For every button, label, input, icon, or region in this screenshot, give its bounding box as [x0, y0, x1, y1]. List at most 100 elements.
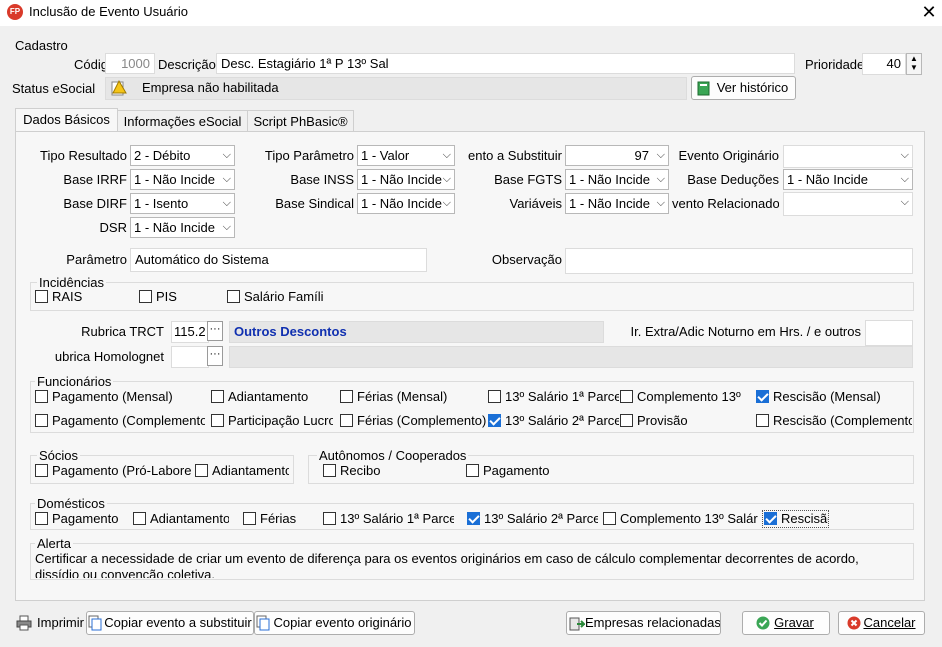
- checkbox[interactable]: [35, 390, 48, 403]
- close-icon[interactable]: ✕: [917, 1, 941, 23]
- parametro-field[interactable]: Automático do Sistema: [130, 248, 427, 272]
- checkbox[interactable]: [603, 512, 616, 525]
- checkbox[interactable]: [227, 290, 240, 303]
- func-pagamento-mensal[interactable]: Pagamento (Mensal): [35, 389, 205, 405]
- func-pagamento-complemento[interactable]: Pagamento (Complemento): [35, 413, 205, 429]
- variaveis-select[interactable]: 1 - Não Incide ⌵: [565, 193, 669, 214]
- checkbox[interactable]: [488, 390, 501, 403]
- func-ferias-mensal[interactable]: Férias (Mensal): [340, 389, 480, 405]
- checkbox-label: Pagamento (Complemento): [52, 413, 205, 428]
- checkbox[interactable]: [340, 390, 353, 403]
- prioridade-spinner[interactable]: ▲ ▼: [906, 53, 922, 75]
- dom-13-salario-2-parcela[interactable]: 13º Salário 2ª Parcela: [467, 511, 598, 527]
- checkbox-label: Adiantamento: [228, 389, 309, 404]
- func-13-salario-1-parcela[interactable]: 13º Salário 1ª Parcela: [488, 389, 619, 405]
- func-rescisao-mensal[interactable]: Rescisão (Mensal): [756, 389, 912, 405]
- observacao-field[interactable]: [565, 248, 913, 274]
- rubrica-homolognet-code[interactable]: [171, 346, 209, 368]
- chevron-down-icon: ⌵: [442, 173, 451, 185]
- evento-relacionado-select[interactable]: ⌵: [783, 192, 913, 216]
- dom-adiantamento[interactable]: Adiantamento: [133, 511, 229, 527]
- tab-informacoes-esocial[interactable]: Informações eSocial: [117, 110, 248, 132]
- evento-substituir-select[interactable]: 97 ⌵: [565, 145, 669, 166]
- func-participacao-lucros[interactable]: Participação Lucros: [211, 413, 333, 429]
- checkbox[interactable]: [323, 464, 336, 477]
- incidencia-pis[interactable]: PIS: [139, 289, 219, 305]
- chevron-down-icon: ⌵: [656, 197, 665, 209]
- extra-noturno-field[interactable]: [865, 320, 913, 346]
- func-adiantamento[interactable]: Adiantamento: [211, 389, 331, 405]
- checkbox-label: Complemento 13º Salário: [620, 511, 758, 526]
- checkbox-label: 13º Salário 1ª Parcela: [505, 389, 619, 404]
- dom-pagamento[interactable]: Pagamento: [35, 511, 121, 527]
- copy-icon: [256, 615, 270, 631]
- empresas-relacionadas-button[interactable]: Empresas relacionadas: [566, 611, 721, 635]
- base-inss-label: Base INSS: [290, 172, 354, 187]
- chevron-down-icon: ⌵: [656, 149, 665, 161]
- func-rescisao-complemento[interactable]: Rescisão (Complemento): [756, 413, 912, 429]
- func-ferias-complemento[interactable]: Férias (Complemento): [340, 413, 486, 429]
- checkbox[interactable]: [195, 464, 208, 477]
- tipo-resultado-select[interactable]: 2 - Débito ⌵: [130, 145, 235, 166]
- checkbox[interactable]: [35, 464, 48, 477]
- func-provisao[interactable]: Provisão: [620, 413, 754, 429]
- base-dirf-select[interactable]: 1 - Isento ⌵: [130, 193, 235, 214]
- copiar-evento-substituir-button[interactable]: Copiar evento a substituir: [86, 611, 254, 635]
- checkbox[interactable]: [620, 414, 633, 427]
- checkbox[interactable]: [488, 414, 501, 427]
- func-complemento-13[interactable]: Complemento 13º: [620, 389, 754, 405]
- base-sindical-select[interactable]: 1 - Não Incide ⌵: [357, 193, 455, 214]
- prioridade-field[interactable]: 40: [862, 53, 906, 75]
- incidencia-rais[interactable]: RAIS: [35, 289, 135, 305]
- checkbox[interactable]: [35, 414, 48, 427]
- checkbox[interactable]: [35, 512, 48, 525]
- rubrica-trct-lookup-button[interactable]: ···: [207, 321, 223, 341]
- base-deducoes-select[interactable]: 1 - Não Incide ⌵: [783, 169, 913, 190]
- base-irrf-select[interactable]: 1 - Não Incide ⌵: [130, 169, 235, 190]
- checkbox[interactable]: [139, 290, 152, 303]
- socios-pagamento-pro-labore[interactable]: Pagamento (Pró-Labore): [35, 463, 191, 479]
- checkbox[interactable]: [323, 512, 336, 525]
- checkbox-label: Salário Família: [244, 289, 324, 304]
- checkbox[interactable]: [340, 414, 353, 427]
- checkbox[interactable]: [620, 390, 633, 403]
- func-13-salario-2-parcela[interactable]: 13º Salário 2ª Parcela: [488, 413, 619, 429]
- incidencia-salario-familia[interactable]: Salário Família: [227, 289, 324, 305]
- rubrica-homolognet-desc: [229, 346, 913, 368]
- checkbox[interactable]: [467, 512, 480, 525]
- checkbox[interactable]: [243, 512, 256, 525]
- rubrica-homolognet-lookup-button[interactable]: ···: [207, 346, 223, 366]
- rubrica-trct-code[interactable]: 115.2: [171, 321, 209, 343]
- copiar-evento-originario-button[interactable]: Copiar evento originário: [254, 611, 415, 635]
- dom-complemento-13-salario[interactable]: Complemento 13º Salário: [603, 511, 758, 527]
- tab-script-phbasic[interactable]: Script PhBasic®: [247, 110, 354, 132]
- checkbox[interactable]: [211, 390, 224, 403]
- socios-adiantamento[interactable]: Adiantamento: [195, 463, 289, 479]
- checkbox-label: Adiantamento: [150, 511, 229, 526]
- checkbox[interactable]: [466, 464, 479, 477]
- dom-rescisao[interactable]: Rescisão: [762, 510, 829, 528]
- checkbox-label: 13º Salário 1ª Parcela: [340, 511, 454, 526]
- tipo-parametro-select[interactable]: 1 - Valor ⌵: [357, 145, 455, 166]
- checkbox-label: Rescisão (Complemento): [773, 413, 912, 428]
- dom-13-salario-1-parcela[interactable]: 13º Salário 1ª Parcela: [323, 511, 454, 527]
- autonomos-pagamento[interactable]: Pagamento: [466, 463, 586, 479]
- checkbox[interactable]: [211, 414, 224, 427]
- checkbox-label: Adiantamento: [212, 463, 289, 478]
- checkbox[interactable]: [133, 512, 146, 525]
- tab-dados-basicos[interactable]: Dados Básicos: [15, 108, 118, 132]
- checkbox[interactable]: [764, 512, 777, 525]
- dom-ferias[interactable]: Férias: [243, 511, 313, 527]
- observacao-label: Observação: [491, 252, 562, 267]
- checkbox[interactable]: [35, 290, 48, 303]
- base-inss-select[interactable]: 1 - Não Incide ⌵: [357, 169, 455, 190]
- checkbox[interactable]: [756, 390, 769, 403]
- base-fgts-select[interactable]: 1 - Não Incide ⌵: [565, 169, 669, 190]
- descricao-field[interactable]: Desc. Estagiário 1ª P 13º Sal: [216, 53, 795, 74]
- autonomos-recibo[interactable]: Recibo: [323, 463, 443, 479]
- dsr-select[interactable]: 1 - Não Incide ⌵: [130, 217, 235, 238]
- codigo-field[interactable]: 1000: [105, 53, 155, 74]
- chevron-down-icon: ⌵: [900, 173, 909, 185]
- checkbox[interactable]: [756, 414, 769, 427]
- evento-originario-select[interactable]: ⌵: [783, 145, 913, 168]
